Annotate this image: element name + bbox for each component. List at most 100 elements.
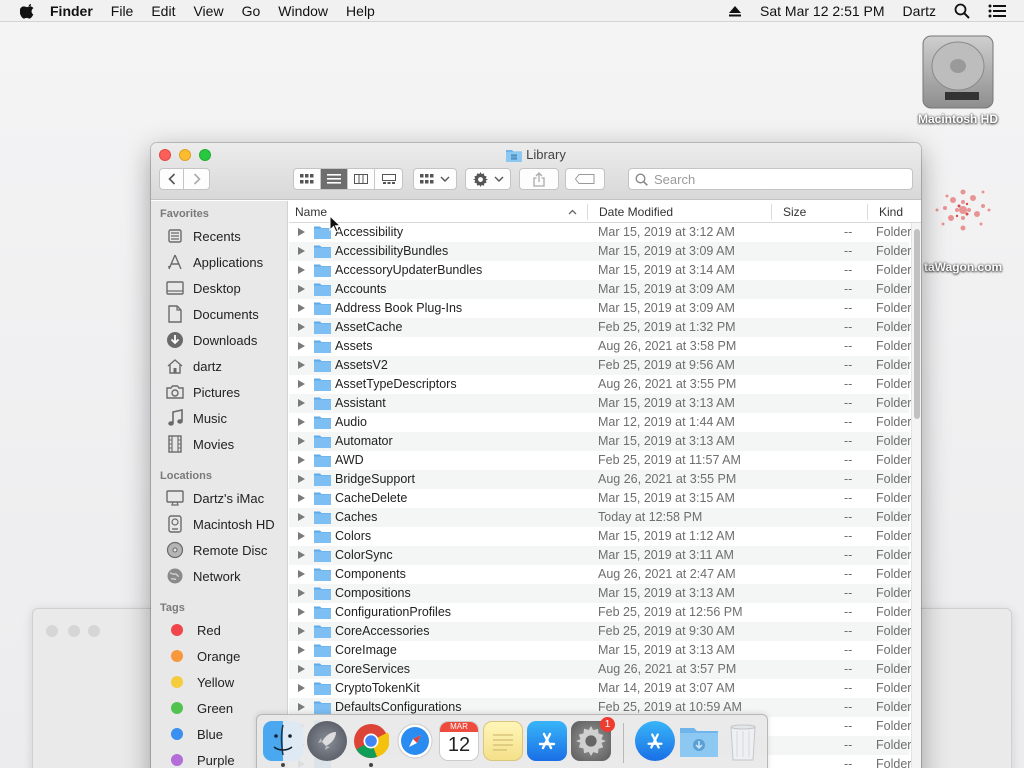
search-input[interactable] [654,171,894,187]
dock-launchpad[interactable] [307,721,347,761]
disclosure-triangle-icon[interactable] [298,304,305,312]
sidebar-item-remote-disc[interactable]: Remote Disc [165,539,267,561]
disclosure-triangle-icon[interactable] [298,646,305,654]
table-row[interactable]: AssetsV2 Feb 25, 2019 at 9:56 AM -- Folder [289,356,911,375]
disclosure-triangle-icon[interactable] [298,456,305,464]
sidebar-tag-purple[interactable]: Purple [165,749,235,768]
table-row[interactable]: AssetTypeDescriptors Aug 26, 2021 at 3:55… [289,375,911,394]
size-column-header[interactable]: Size [777,201,865,223]
notification-center-icon[interactable] [988,4,1006,18]
disclosure-triangle-icon[interactable] [298,703,305,711]
table-row[interactable]: Accounts Mar 15, 2019 at 3:09 AM -- Folder [289,280,911,299]
table-row[interactable]: CoreAccessories Feb 25, 2019 at 9:30 AM --… [289,622,911,641]
table-row[interactable]: ColorSync Mar 15, 2019 at 3:11 AM -- Folder [289,546,911,565]
sidebar-item-applications[interactable]: Applications [165,251,263,273]
sidebar-item-macintosh-hd[interactable]: Macintosh HD [165,513,275,535]
apple-menu-icon[interactable] [20,3,36,19]
disclosure-triangle-icon[interactable] [298,342,305,350]
sidebar-tag-red[interactable]: Red [165,619,221,641]
dock-chrome[interactable] [351,721,391,761]
sidebar-item-documents[interactable]: Documents [165,303,259,325]
disclosure-triangle-icon[interactable] [298,665,305,673]
disclosure-triangle-icon[interactable] [298,513,305,521]
scrollbar-thumb[interactable] [914,229,920,419]
disclosure-triangle-icon[interactable] [298,380,305,388]
disclosure-triangle-icon[interactable] [298,285,305,293]
gallery-view-button[interactable] [375,169,402,189]
sidebar-item-music[interactable]: Music [165,407,227,429]
dock-system-preferences[interactable]: 1 [571,717,615,761]
table-row[interactable]: AccessibilityBundles Mar 15, 2019 at 3:09… [289,242,911,261]
desktop-macintosh-hd[interactable]: Macintosh HD [905,30,1011,126]
kind-column-header[interactable]: Kind [873,201,913,223]
sidebar-tag-yellow[interactable]: Yellow [165,671,234,693]
vertical-scrollbar[interactable] [911,223,921,768]
disclosure-triangle-icon[interactable] [298,266,305,274]
disclosure-triangle-icon[interactable] [298,437,305,445]
disclosure-triangle-icon[interactable] [298,399,305,407]
share-button[interactable] [519,168,559,190]
table-row[interactable]: ConfigurationProfiles Feb 25, 2019 at 12:… [289,603,911,622]
table-row[interactable]: Assets Aug 26, 2021 at 3:58 PM -- Folder [289,337,911,356]
sidebar-item-imac[interactable]: Dartz's iMac [165,487,264,509]
bg-zoom-button[interactable] [88,625,100,637]
sidebar-item-desktop[interactable]: Desktop [165,277,241,299]
menu-app-name[interactable]: Finder [50,3,93,19]
table-row[interactable]: Caches Today at 12:58 PM -- Folder [289,508,911,527]
disclosure-triangle-icon[interactable] [298,627,305,635]
menu-help[interactable]: Help [346,3,375,19]
sidebar-item-recents[interactable]: Recents [165,225,241,247]
table-row[interactable]: CoreImage Mar 15, 2019 at 3:13 AM -- Folder [289,641,911,660]
bg-close-button[interactable] [46,625,58,637]
forward-button[interactable] [184,168,210,190]
dock-safari[interactable] [395,721,435,761]
disclosure-triangle-icon[interactable] [298,684,305,692]
menu-view[interactable]: View [193,3,223,19]
desktop-file-item[interactable]: taWagon.com [905,170,1024,280]
table-row[interactable]: Accessibility Mar 15, 2019 at 3:12 AM -- Fo… [289,223,911,242]
column-view-button[interactable] [348,169,375,189]
table-row[interactable]: Automator Mar 15, 2019 at 3:13 AM -- Folder [289,432,911,451]
dock-calendar[interactable]: MAR 12 [439,721,479,761]
sidebar-tag-orange[interactable]: Orange [165,645,240,667]
action-menu-button[interactable] [465,168,511,190]
dock-notes[interactable] [483,721,523,761]
table-row[interactable]: CoreServices Aug 26, 2021 at 3:57 PM -- Fol… [289,660,911,679]
dock-trash[interactable] [723,721,763,761]
table-row[interactable]: Compositions Mar 15, 2019 at 3:13 AM -- Fol… [289,584,911,603]
table-row[interactable]: AccessoryUpdaterBundles Mar 15, 2019 at 3… [289,261,911,280]
tags-button[interactable] [565,168,605,190]
table-row[interactable]: Audio Mar 12, 2019 at 1:44 AM -- Folder [289,413,911,432]
back-button[interactable] [159,168,184,190]
date-column-header[interactable]: Date Modified [593,201,771,223]
table-row[interactable]: AWD Feb 25, 2019 at 11:57 AM -- Folder [289,451,911,470]
disclosure-triangle-icon[interactable] [298,494,305,502]
table-row[interactable]: Assistant Mar 15, 2019 at 3:13 AM -- Folder [289,394,911,413]
search-field[interactable] [628,168,913,190]
spotlight-search-icon[interactable] [954,3,970,19]
disclosure-triangle-icon[interactable] [298,247,305,255]
disclosure-triangle-icon[interactable] [298,323,305,331]
table-row[interactable]: CryptoTokenKit Mar 14, 2019 at 3:07 AM -- F… [289,679,911,698]
disclosure-triangle-icon[interactable] [298,570,305,578]
disclosure-triangle-icon[interactable] [298,228,305,236]
menu-edit[interactable]: Edit [151,3,175,19]
disclosure-triangle-icon[interactable] [298,589,305,597]
sidebar-item-pictures[interactable]: Pictures [165,381,240,403]
table-row[interactable]: CacheDelete Mar 15, 2019 at 3:15 AM -- Fold… [289,489,911,508]
disclosure-triangle-icon[interactable] [298,532,305,540]
disclosure-triangle-icon[interactable] [298,361,305,369]
eject-icon[interactable] [728,5,742,17]
menu-go[interactable]: Go [242,3,261,19]
dock-finder[interactable] [263,721,303,761]
table-row[interactable]: Components Aug 26, 2021 at 2:47 AM -- Folde… [289,565,911,584]
table-row[interactable]: AssetCache Feb 25, 2019 at 1:32 PM -- Folde… [289,318,911,337]
disclosure-triangle-icon[interactable] [298,608,305,616]
menu-file[interactable]: File [111,3,134,19]
table-row[interactable]: BridgeSupport Aug 26, 2021 at 3:55 PM -- Fo… [289,470,911,489]
sidebar-tag-green[interactable]: Green [165,697,233,719]
sidebar-item-network[interactable]: Network [165,565,241,587]
disclosure-triangle-icon[interactable] [298,418,305,426]
dock-app-store[interactable] [527,721,567,761]
bg-minimize-button[interactable] [68,625,80,637]
